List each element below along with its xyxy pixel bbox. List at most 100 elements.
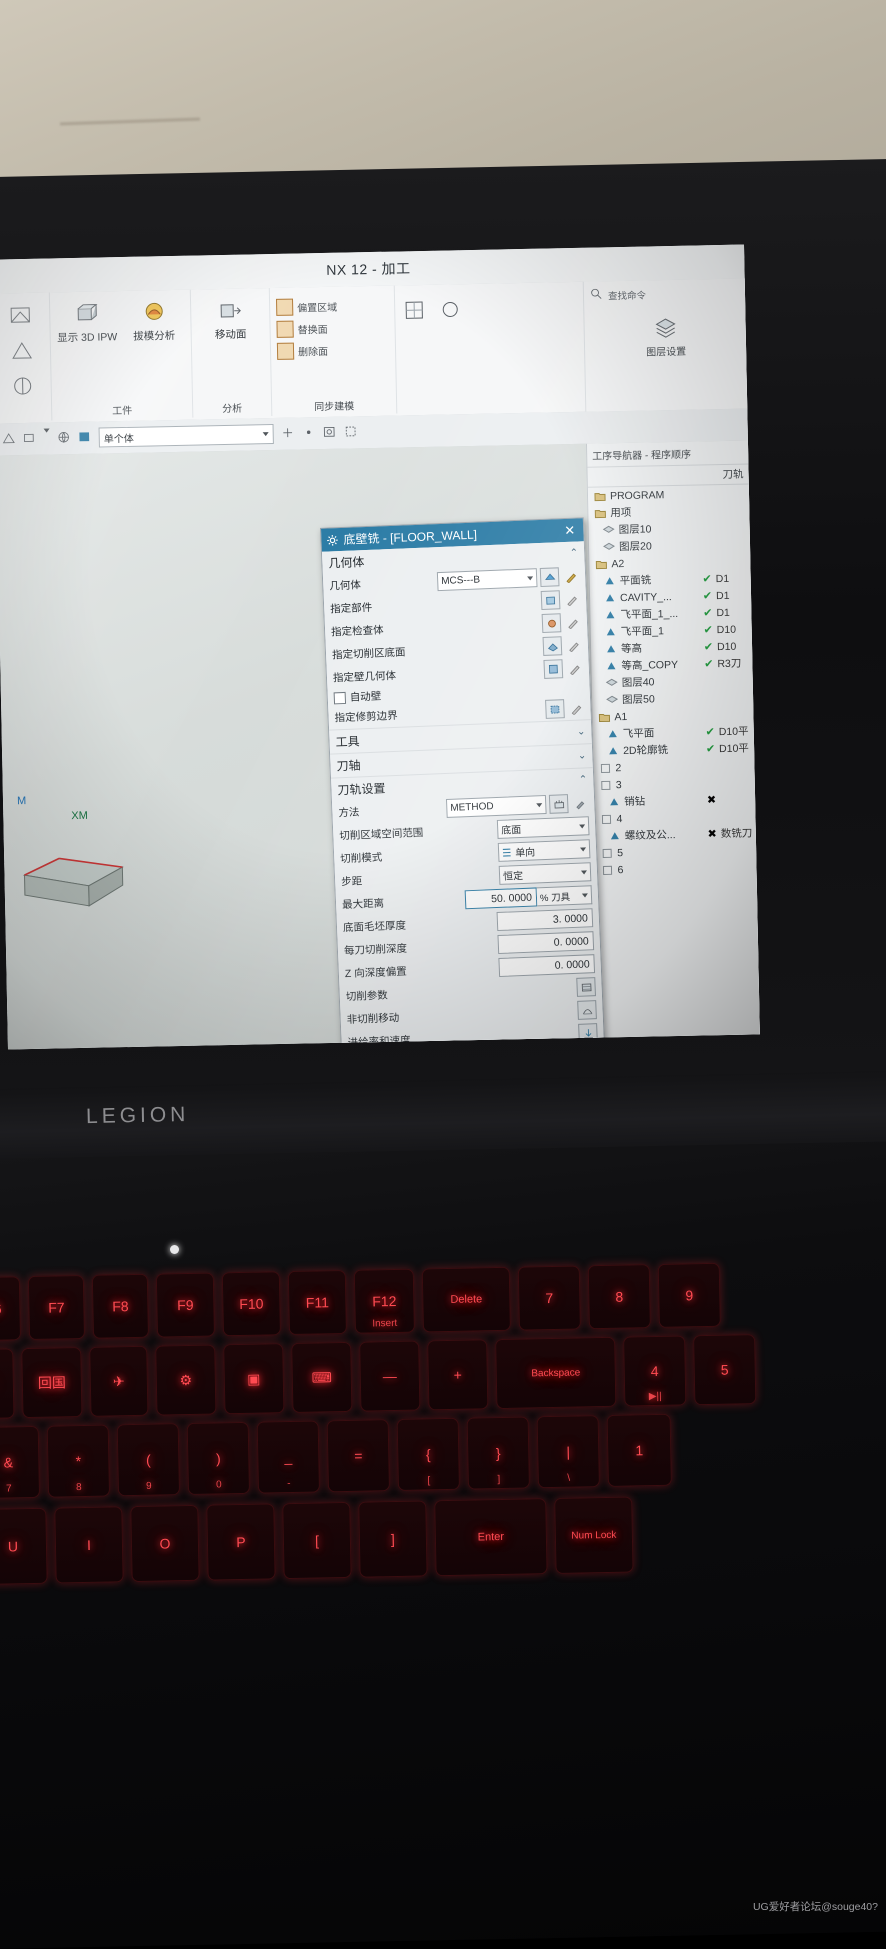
key-enter[interactable]: Enter <box>434 1498 548 1577</box>
key-f8[interactable]: F8 <box>91 1273 150 1339</box>
label-max-distance: 最大距离 <box>341 897 385 912</box>
key-f10[interactable]: F10 <box>221 1271 281 1337</box>
key-delete[interactable]: Delete <box>421 1266 511 1333</box>
key-⌨[interactable]: ⌨ <box>291 1341 353 1413</box>
tool-icon-c[interactable] <box>9 373 36 402</box>
key-{[interactable]: {[ <box>396 1417 460 1491</box>
specify-cut-floor-icon[interactable] <box>542 636 563 656</box>
non-cutting-moves-icon[interactable] <box>577 1000 597 1020</box>
tool-icon-a[interactable] <box>8 303 35 332</box>
key-[[interactable]: [ <box>282 1501 352 1580</box>
method-combo[interactable]: METHOD <box>445 794 547 818</box>
specify-check-edit-icon[interactable] <box>564 613 582 631</box>
key-⚙[interactable]: ⚙ <box>155 1344 217 1416</box>
key-_[interactable]: _ - <box>256 1420 321 1494</box>
key-o[interactable]: O <box>130 1504 200 1583</box>
keyboard[interactable]: F6 F7 F8 F9 F10 F11 F12 Insert Delete 7 8 9 ^ + 回国 ✈ ⚙ ▣… <box>0 1241 886 1949</box>
floor-wall-dialog[interactable]: 底壁铣 - [FLOOR_WALL] ✕ 几何体 ⌃ 几何体 MCS---B 指… <box>319 517 615 1050</box>
cut-region-extent-combo[interactable]: 底面 <box>496 816 590 839</box>
globe-icon[interactable] <box>57 430 71 447</box>
chevron-down-icon: ⌄ <box>576 726 586 738</box>
rect-select-icon[interactable] <box>23 430 37 447</box>
key-num-lock[interactable]: Num Lock <box>554 1496 634 1574</box>
offset-region-item[interactable]: 偏置区域 <box>275 297 388 316</box>
trim-boundary-icon[interactable] <box>545 699 565 719</box>
move-face-button[interactable]: 移动面 <box>199 298 262 342</box>
depth-per-cut-input[interactable]: 0. 0000 <box>497 931 595 955</box>
specify-cut-floor-edit-icon[interactable] <box>565 636 583 654</box>
operation-navigator-tree[interactable]: PROGRAM 用项 图层10 图层20 A2 平面铣 ✔ D1 CAVITY_... ✔ D1 飞平… <box>588 484 758 878</box>
specify-part-icon[interactable] <box>540 590 561 611</box>
key-p[interactable]: P <box>206 1503 276 1581</box>
specify-wall-icon[interactable] <box>543 659 564 679</box>
key-}[interactable]: }] <box>466 1416 530 1490</box>
key-▣[interactable]: ▣ <box>223 1343 285 1415</box>
toolbar-icon-z[interactable] <box>344 424 358 441</box>
tree-row-status: ✔ <box>704 658 714 671</box>
draft-analysis-button[interactable]: 拔模分析 <box>123 300 185 344</box>
method-edit-icon[interactable] <box>571 794 589 812</box>
key-1[interactable]: 1 <box>606 1413 672 1487</box>
key-^-+[interactable]: ^ + <box>0 1348 15 1420</box>
toolbar-icon-x[interactable] <box>281 425 295 442</box>
key-f12[interactable]: F12 Insert <box>353 1268 415 1334</box>
z-depth-offset-input[interactable]: 0. 0000 <box>498 954 596 977</box>
caret-icon[interactable] <box>43 428 50 445</box>
key-—[interactable]: — <box>359 1340 421 1412</box>
geometry-combo[interactable]: MCS---B <box>436 568 538 592</box>
extra-icon-1[interactable] <box>401 297 428 326</box>
key-&[interactable]: & 7 <box>0 1425 41 1500</box>
chevron-down-icon <box>579 823 586 829</box>
key-f9[interactable]: F9 <box>155 1272 215 1338</box>
geometry-view-icon[interactable] <box>539 567 560 588</box>
key-回国[interactable]: 回国 <box>21 1347 83 1419</box>
key-([interactable]: (9 <box>116 1423 181 1497</box>
max-distance-input[interactable]: 50. 0000 <box>464 887 538 910</box>
tree-row-status: ✔ <box>705 726 715 739</box>
auto-wall-checkbox[interactable] <box>333 691 347 704</box>
key-f7[interactable]: F7 <box>27 1274 86 1341</box>
key-=[interactable]: = <box>326 1419 390 1493</box>
key-|[interactable]: | \ <box>536 1415 600 1489</box>
key-7[interactable]: 7 <box>517 1265 581 1331</box>
snap-icon[interactable] <box>2 431 16 448</box>
key-)[interactable]: ) 0 <box>186 1421 251 1496</box>
filter-type-icon[interactable] <box>78 429 92 446</box>
key-u[interactable]: U <box>0 1507 48 1586</box>
show-3d-ipw-button[interactable]: 显示 3D IPW <box>56 301 118 345</box>
search-icon[interactable] <box>590 287 602 302</box>
key-4[interactable]: 4 ▶|| <box>623 1335 687 1407</box>
key-i[interactable]: I <box>54 1506 124 1584</box>
magnify-icon[interactable] <box>323 424 337 441</box>
cut-mode-combo[interactable]: 单向 <box>497 839 591 862</box>
tool-icon-b[interactable] <box>9 338 36 367</box>
key-*[interactable]: * 8 <box>46 1424 111 1498</box>
key-✈[interactable]: ✈ <box>89 1345 149 1417</box>
key-backspace[interactable]: Backspace <box>495 1336 617 1410</box>
replace-face-item[interactable]: 替换面 <box>276 319 388 338</box>
key-9[interactable]: 9 <box>657 1262 721 1328</box>
geometry-edit-icon[interactable] <box>562 567 580 585</box>
delete-face-item[interactable]: 删除面 <box>276 341 389 360</box>
method-new-icon[interactable] <box>548 794 569 814</box>
layer-settings-icon[interactable] <box>652 315 679 342</box>
tree-row[interactable]: 6 <box>595 858 757 878</box>
trim-boundary-edit-icon[interactable] <box>567 699 585 717</box>
key-f6[interactable]: F6 <box>0 1276 22 1342</box>
key-f11[interactable]: F11 <box>287 1269 347 1336</box>
selection-filter-combo[interactable]: 单个体 <box>98 424 274 448</box>
toolbar-icon-y[interactable] <box>302 425 316 442</box>
specify-wall-edit-icon[interactable] <box>565 659 583 677</box>
floor-blank-thickness-input[interactable]: 3. 0000 <box>496 908 594 932</box>
key-+[interactable]: + <box>427 1339 489 1411</box>
key-5[interactable]: 5 <box>693 1334 757 1406</box>
specify-check-icon[interactable] <box>541 613 562 633</box>
key-][interactable]: ] <box>358 1500 428 1578</box>
max-distance-unit-combo[interactable]: % 刀具 <box>536 885 593 907</box>
key-8[interactable]: 8 <box>587 1264 651 1330</box>
extra-icon-2[interactable] <box>437 296 464 325</box>
close-icon[interactable]: ✕ <box>561 522 579 539</box>
stepover-combo[interactable]: 恒定 <box>498 862 592 885</box>
cutting-parameters-icon[interactable] <box>576 977 596 997</box>
specify-part-edit-icon[interactable] <box>563 590 581 608</box>
